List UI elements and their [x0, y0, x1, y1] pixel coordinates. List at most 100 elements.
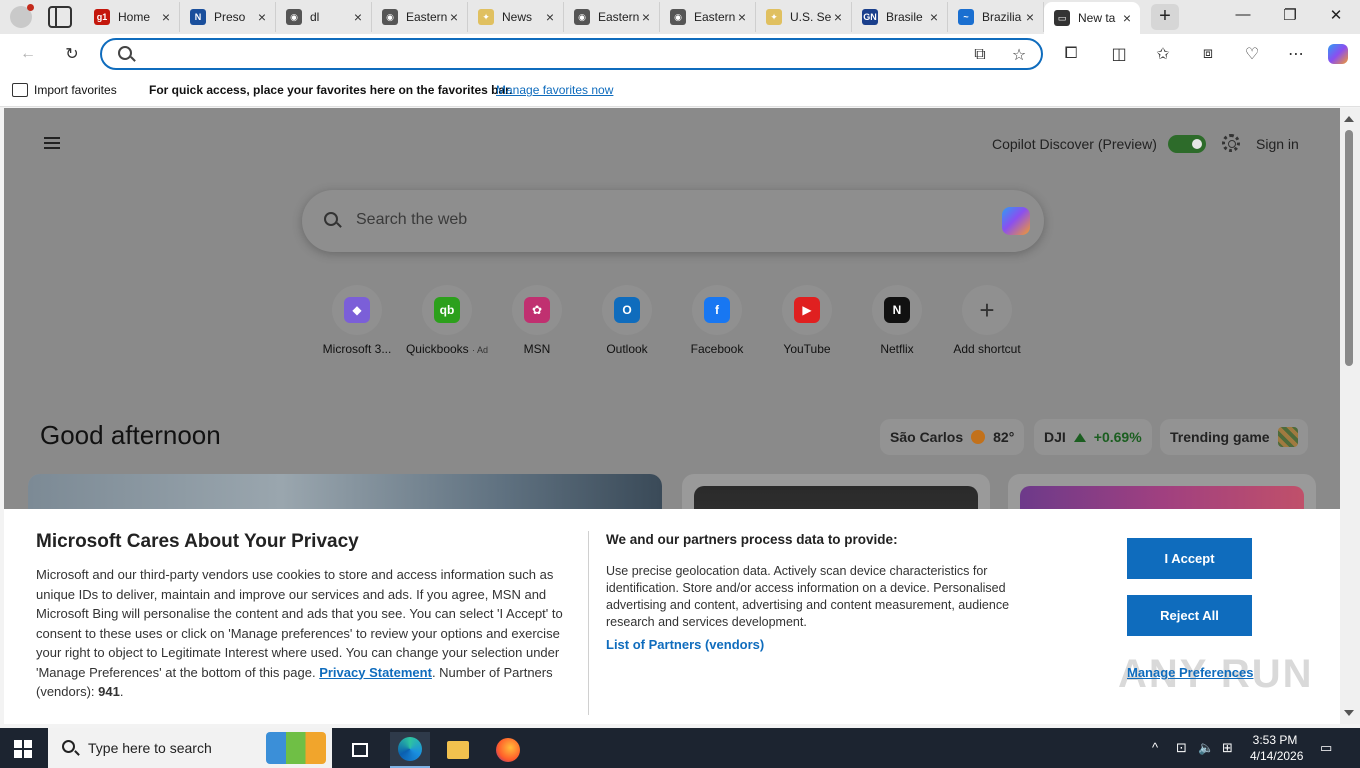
- taskbar-search-box[interactable]: Type here to search: [48, 728, 332, 768]
- back-icon[interactable]: ←: [16, 42, 40, 66]
- tab[interactable]: ◉ dl ×: [276, 2, 372, 32]
- tab-close-icon[interactable]: ×: [351, 9, 365, 25]
- menu-icon[interactable]: [44, 137, 60, 149]
- star-icon: ✦: [478, 9, 494, 25]
- shortcut-tile[interactable]: f Facebook: [672, 285, 762, 356]
- tab-close-icon[interactable]: ×: [543, 9, 557, 25]
- taskbar-search-icon: [62, 740, 75, 753]
- split-screen-icon[interactable]: ◫: [1107, 42, 1131, 66]
- list-of-partners-link[interactable]: List of Partners (vendors): [606, 637, 764, 652]
- import-favorites-label: Import favorites: [34, 83, 117, 97]
- extensions-icon[interactable]: ⧠: [1059, 42, 1083, 66]
- tab[interactable]: ◉ Eastern ×: [372, 2, 468, 32]
- manage-favorites-link[interactable]: Manage favorites now: [496, 83, 613, 97]
- accept-button[interactable]: I Accept: [1127, 538, 1252, 579]
- tab-close-icon[interactable]: ×: [639, 9, 653, 25]
- tab-close-icon[interactable]: ×: [831, 9, 845, 25]
- more-options-icon[interactable]: ⋯: [1284, 42, 1308, 66]
- privacy-body-text: Microsoft and our third-party vendors us…: [36, 567, 563, 680]
- tab-close-icon[interactable]: ×: [159, 9, 173, 25]
- tab[interactable]: ◉ Eastern ×: [564, 2, 660, 32]
- minimize-icon[interactable]: —: [1223, 6, 1263, 23]
- taskbar: Type here to search ^ ⊡ 🔈 ⊞ 3:53 PM 4/14…: [0, 728, 1360, 768]
- newtab-icon: ▭: [1054, 10, 1070, 26]
- shortcut-label-text: Facebook: [690, 342, 744, 356]
- shortcut-circle: ✿: [512, 285, 562, 335]
- page-scrollbar[interactable]: [1340, 108, 1360, 724]
- tab-actions-icon[interactable]: [48, 6, 72, 28]
- tab-close-icon[interactable]: ×: [735, 9, 749, 25]
- scroll-down-icon[interactable]: [1344, 710, 1354, 716]
- stock-change: +0.69%: [1093, 429, 1142, 445]
- windows-start-icon[interactable]: [14, 740, 32, 758]
- tab-active[interactable]: ▭ New ta ×: [1044, 2, 1140, 34]
- settings-gear-icon[interactable]: [1222, 134, 1240, 152]
- file-explorer-icon[interactable]: [438, 732, 478, 768]
- copilot-discover-toggle[interactable]: [1168, 135, 1206, 153]
- meet-now-icon[interactable]: ⊡: [1176, 740, 1187, 756]
- favorites-icon[interactable]: ✩: [1151, 42, 1175, 66]
- sign-in-button[interactable]: Sign in: [1256, 136, 1299, 152]
- globe-icon: ◉: [574, 9, 590, 25]
- tab-close-icon[interactable]: ×: [1120, 10, 1134, 26]
- address-bar[interactable]: ⧉ ☆: [100, 38, 1043, 70]
- shortcut-tile[interactable]: O Outlook: [582, 285, 672, 356]
- scroll-thumb[interactable]: [1345, 130, 1353, 366]
- tab-close-icon[interactable]: ×: [255, 9, 269, 25]
- tab-title: Eastern: [694, 10, 735, 24]
- tab[interactable]: ~ Brazilia ×: [948, 2, 1044, 32]
- shortcut-tile[interactable]: N Netflix: [852, 285, 942, 356]
- task-view-icon[interactable]: [340, 732, 380, 768]
- volume-icon[interactable]: 🔈: [1198, 740, 1214, 756]
- profile-avatar-icon[interactable]: [10, 4, 34, 28]
- tab[interactable]: GN Brasile ×: [852, 2, 948, 32]
- web-search-box[interactable]: Search the web: [302, 190, 1044, 252]
- tab-title: dl: [310, 10, 320, 24]
- tab[interactable]: ◉ Eastern ×: [660, 2, 756, 32]
- copilot-icon[interactable]: [1002, 207, 1030, 235]
- tab-close-icon[interactable]: ×: [447, 9, 461, 25]
- tab[interactable]: ✦ U.S. Se ×: [756, 2, 852, 32]
- notifications-icon[interactable]: ▭: [1320, 740, 1332, 756]
- favorite-star-icon[interactable]: ☆: [1007, 43, 1031, 67]
- tab[interactable]: N Preso ×: [180, 2, 276, 32]
- privacy-title: Microsoft Cares About Your Privacy: [36, 531, 359, 552]
- shortcut-tile[interactable]: qb Quickbooks · Ad: [402, 285, 492, 356]
- network-icon[interactable]: ⊞: [1222, 740, 1233, 756]
- manage-preferences-link[interactable]: Manage Preferences: [1127, 665, 1253, 680]
- tab[interactable]: g1 Home ×: [84, 2, 180, 32]
- import-favorites-button[interactable]: Import favorites: [12, 83, 117, 97]
- shortcut-circle: +: [962, 285, 1012, 335]
- show-hidden-icons[interactable]: ^: [1152, 740, 1158, 755]
- shortcut-tile[interactable]: ▶ YouTube: [762, 285, 852, 356]
- tab-close-icon[interactable]: ×: [927, 9, 941, 25]
- shortcut-label-text: Netflix: [880, 342, 914, 356]
- browser-essentials-icon[interactable]: ♡: [1240, 42, 1264, 66]
- firefox-icon[interactable]: [488, 732, 528, 768]
- shortcut-tile[interactable]: ✿ MSN: [492, 285, 582, 356]
- address-input[interactable]: [142, 44, 962, 64]
- edge-taskbar-icon[interactable]: [390, 732, 430, 768]
- tab[interactable]: ✦ News ×: [468, 2, 564, 32]
- collections-icon[interactable]: ⧈: [1196, 42, 1220, 66]
- shortcut-tile[interactable]: + Add shortcut: [942, 285, 1032, 356]
- system-clock[interactable]: 3:53 PM 4/14/2026: [1250, 732, 1303, 764]
- immersive-reader-icon[interactable]: ⧉: [968, 43, 992, 67]
- stock-widget[interactable]: DJI +0.69%: [1034, 419, 1152, 455]
- new-tab-button[interactable]: +: [1151, 4, 1179, 30]
- weather-widget[interactable]: São Carlos 82°: [880, 419, 1025, 455]
- reject-all-button[interactable]: Reject All: [1127, 595, 1252, 636]
- restore-icon[interactable]: ❐: [1270, 6, 1310, 24]
- scroll-up-icon[interactable]: [1344, 116, 1354, 122]
- refresh-icon[interactable]: ↻: [60, 42, 84, 66]
- shortcut-circle: ▶: [782, 285, 832, 335]
- copilot-sidebar-icon[interactable]: [1326, 42, 1350, 66]
- star-icon: ✦: [766, 9, 782, 25]
- shortcut-label: Netflix: [880, 342, 913, 356]
- close-window-icon[interactable]: ✕: [1316, 6, 1356, 24]
- tab-title: Brazilia: [982, 10, 1022, 24]
- privacy-statement-link[interactable]: Privacy Statement: [319, 665, 432, 680]
- shortcut-tile[interactable]: ◆ Microsoft 3...: [312, 285, 402, 356]
- tab-close-icon[interactable]: ×: [1023, 9, 1037, 25]
- trending-game-widget[interactable]: Trending game: [1160, 419, 1308, 455]
